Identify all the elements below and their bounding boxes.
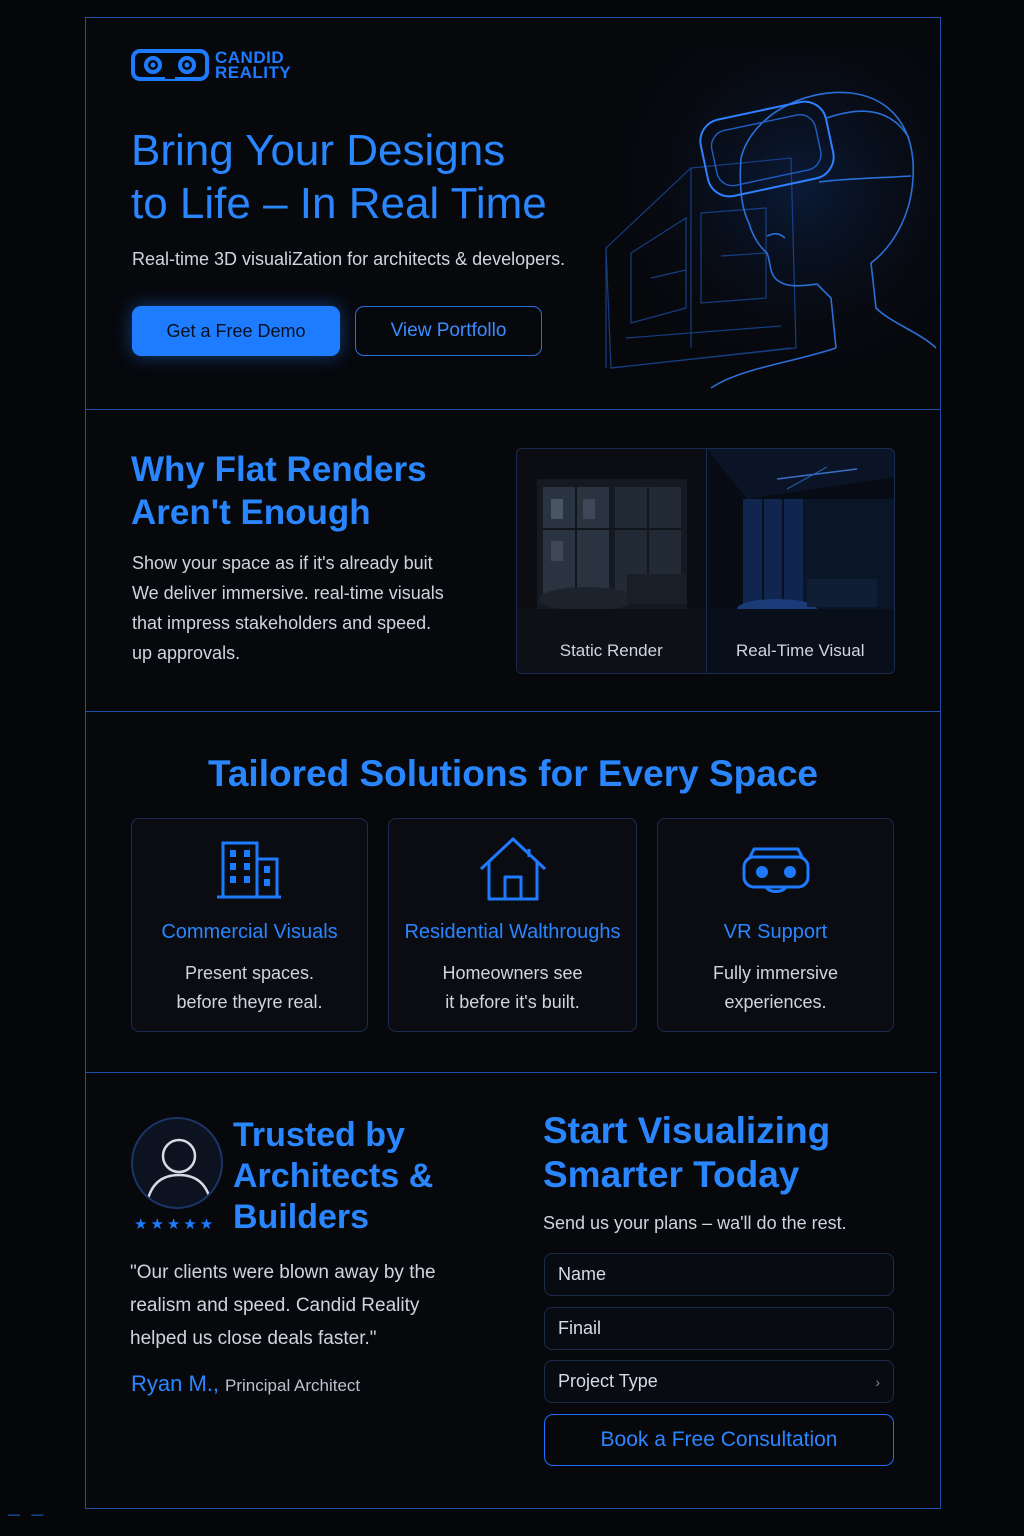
cta-title: Start Visualizing Smarter Today — [543, 1109, 830, 1197]
why-body-line: up approvals. — [132, 643, 241, 663]
decorative-dashes: — — — [8, 1507, 48, 1521]
trust-title-line2: Architects & — [233, 1157, 434, 1195]
card-description: Homeowners see it before it's built. — [389, 959, 636, 1017]
static-render-panel: Static Render — [517, 449, 706, 673]
real-time-visual-panel: Real-Time Visual — [705, 449, 894, 673]
view-portfolio-button[interactable]: View Portfollo — [355, 306, 542, 356]
book-consultation-button[interactable]: Book a Free Consultation — [544, 1414, 894, 1466]
brand-name: CANDID REALITY — [215, 49, 292, 82]
hero-title-line1: Bring Your Designs — [131, 126, 506, 175]
card-desc-line: Homeowners see — [442, 963, 583, 983]
card-title: Commercial Visuals — [161, 921, 338, 943]
card-desc-line: Fully immersive — [712, 963, 838, 983]
quote-line: "Our clients were blown away by the — [130, 1262, 436, 1283]
vr-goggles-logo-icon — [131, 49, 209, 81]
name-input[interactable] — [544, 1253, 894, 1296]
why-title-line1: Why Flat Renders — [131, 450, 427, 489]
section-divider — [86, 711, 940, 712]
card-desc-line: experiences. — [724, 992, 827, 1012]
house-icon — [389, 835, 636, 905]
card-description: Present spaces. before theyre real. — [132, 959, 367, 1017]
brand-logo[interactable]: CANDID REALITY — [131, 48, 291, 82]
chevron-right-icon: › — [875, 1373, 880, 1390]
why-body-line: that impress stakeholders and speed. — [132, 613, 432, 633]
building-icon — [132, 835, 367, 905]
hero-subtitle: Real-time 3D visualiZation for architect… — [132, 249, 566, 269]
card-title: Residential Walthroughs — [404, 921, 621, 943]
cta-title-line2: Smarter Today — [543, 1154, 800, 1195]
landing-page-frame: CANDID REALITY Bring Your Designs to Lif… — [85, 17, 941, 1509]
user-icon — [145, 1138, 213, 1204]
hero-title: Bring Your Designs to Life – In Real Tim… — [131, 124, 601, 230]
static-render-label: Static Render — [559, 641, 663, 660]
quote-line: realism and speed. Candid Reality — [130, 1295, 420, 1316]
project-type-select[interactable]: Project Type › — [544, 1360, 894, 1403]
card-description: Fully immersive experiences. — [658, 959, 893, 1017]
card-desc-line: it before it's built. — [445, 992, 580, 1012]
why-section-title: Why Flat Renders Aren't Enough — [131, 448, 427, 534]
card-title: VR Support — [723, 921, 828, 943]
section-divider — [86, 1072, 937, 1073]
hero-title-line2: to Life – In Real Time — [131, 179, 547, 228]
trust-title-line3: Builders — [233, 1198, 370, 1236]
testimonial-title: Trusted by Architects & Builders — [233, 1115, 433, 1238]
star-rating: ★★★★★ — [134, 1216, 217, 1233]
trust-title-line1: Trusted by — [233, 1116, 405, 1154]
solutions-title: Tailored Solutions for Every Space — [208, 753, 818, 794]
cta-subtitle: Send us your plans – wa'll do the rest. — [543, 1213, 847, 1233]
why-body-line: Show your space as if it's already buit — [132, 553, 433, 573]
get-free-demo-button[interactable]: Get a Free Demo — [132, 306, 340, 356]
solution-card-commercial[interactable]: Commercial Visuals Present spaces. befor… — [131, 818, 368, 1032]
section-divider — [86, 409, 940, 410]
author-name: Ryan M., — [131, 1371, 220, 1396]
real-time-visual-label: Real-Time Visual — [736, 641, 865, 660]
testimonial-quote: "Our clients were blown away by the real… — [130, 1256, 490, 1355]
avatar — [131, 1117, 223, 1209]
vr-headset-icon — [658, 835, 893, 905]
why-section-body: Show your space as if it's already buit … — [132, 548, 482, 668]
email-input[interactable] — [544, 1307, 894, 1350]
why-body-line: We deliver immersive. real-time visuals — [132, 583, 444, 603]
solution-card-residential[interactable]: Residential Walthroughs Homeowners see i… — [388, 818, 637, 1032]
card-desc-line: Present spaces. — [184, 963, 315, 983]
testimonial-author: Ryan M., Principal Architect — [131, 1371, 360, 1397]
solution-card-vr[interactable]: VR Support Fully immersive experiences. — [657, 818, 894, 1032]
vr-headset-person-illustration — [591, 48, 941, 398]
why-title-line2: Aren't Enough — [131, 493, 371, 532]
project-type-label: Project Type — [558, 1371, 658, 1391]
quote-line: helped us close deals faster." — [130, 1328, 377, 1349]
brand-name-line2: REALITY — [215, 63, 292, 82]
render-comparison: Static Render Real-Time Visual — [516, 448, 895, 674]
author-role: Principal Architect — [225, 1376, 361, 1395]
card-desc-line: before theyre real. — [176, 992, 323, 1012]
cta-title-line1: Start Visualizing — [543, 1110, 831, 1151]
